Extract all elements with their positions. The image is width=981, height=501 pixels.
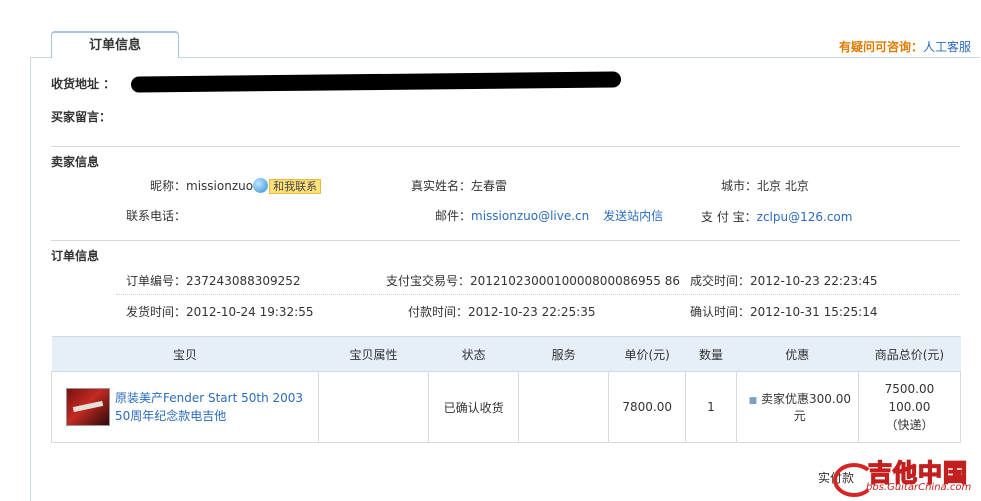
tab-order-info[interactable]: 订单信息 [51,31,179,58]
status-cell: 已确认收货 [428,371,520,443]
deal-time: 成交时间：2012-10-23 22:23:45 [690,272,877,289]
seller-city: 城市：北京 北京 [721,177,809,194]
order-number-value: 237243088309252 [186,274,301,288]
header-discount: 优惠 [736,336,859,372]
item-cell: 原装美产Fender Start 50th 2003 50周年纪念款电吉他 [51,371,319,443]
header-attributes: 宝贝属性 [318,336,429,372]
message-label: 买家留言： [51,110,112,124]
city-value: 北京 北京 [757,179,809,193]
ship-time: 发货时间：2012-10-24 19:32:55 [126,303,313,320]
confirm-time-value: 2012-10-31 15:25:14 [750,305,878,319]
service-cell [518,371,610,443]
ship-time-value: 2012-10-24 19:32:55 [186,305,314,319]
quantity-cell: 1 [685,371,737,443]
confirm-time: 确认时间：2012-10-31 15:25:14 [690,303,877,320]
total-value: 7500.00 [884,382,935,396]
alipay-trade-label: 支付宝交易号： [386,274,471,288]
pay-time-label: 付款时间： [408,305,469,319]
alipay-value: zclpu@126.com [756,210,853,224]
site-watermark: 实付款 吉他中国 bbs.GuitarChina.com [808,449,981,501]
seller-phone-label: 联系电话： [126,209,187,223]
divider [51,146,960,147]
product-name-link[interactable]: 原装美产Fender Start 50th 2003 50周年纪念款电吉他 [115,389,315,425]
discount-cell: ■ 卖家优惠300.00元 [735,371,859,443]
alipay-trade-number: 支付宝交易号：2012102300010000800086955 86 [386,272,680,289]
product-thumbnail[interactable] [66,388,110,426]
contact-me-button[interactable]: 和我联系 [269,179,322,194]
ship-time-label: 发货时间： [126,305,187,319]
seller-nickname: 昵称：missionzuo 和我联系 [150,177,322,194]
wangwang-icon[interactable] [253,178,269,193]
realname-label: 真实姓名： [411,179,472,193]
discount-value: 卖家优惠300.00元 [760,392,851,423]
alipay-trade-value: 2012102300010000800086955 86 [470,274,680,288]
header-quantity: 数量 [685,336,737,372]
header-item: 宝贝 [51,336,319,372]
help-question: 有疑问可咨询： [838,40,923,54]
deal-time-label: 成交时间： [690,274,751,288]
city-label: 城市： [721,179,758,193]
bullet-icon: ■ [748,396,758,406]
tab-bar: 订单信息 有疑问可咨询：人工客服 [0,0,981,58]
email-link[interactable]: missionzuo@live.cn [471,209,589,223]
unit-price-cell: 7800.00 [608,371,687,443]
seller-realname: 真实姓名：左春雷 [411,177,507,194]
email-label: 邮件： [435,209,472,223]
pay-time-value: 2012-10-23 22:25:35 [468,305,596,319]
divider [51,240,960,241]
watermark-url: bbs.GuitarChina.com [866,482,972,493]
row-divider [116,294,960,295]
help-contact: 有疑问可咨询：人工客服 [839,38,971,55]
deal-time-value: 2012-10-23 22:23:45 [750,274,878,288]
header-status: 状态 [428,336,519,372]
order-number-label: 订单编号： [126,274,187,288]
nickname-label: 昵称： [150,179,187,193]
attributes-cell [317,371,430,443]
alipay-label: 支 付 宝： [701,210,757,224]
table-header-row: 宝贝 宝贝属性 状态 服务 单价(元) 数量 优惠 商品总价(元) [51,336,961,372]
table-row: 原装美产Fender Start 50th 2003 50周年纪念款电吉他 已确… [51,371,962,443]
pay-time: 付款时间：2012-10-23 22:25:35 [408,303,595,320]
realname-value: 左春雷 [471,179,508,193]
header-total: 商品总价(元) [858,336,961,372]
seller-section-title: 卖家信息 [51,155,100,169]
customer-service-link[interactable]: 人工客服 [923,40,971,54]
order-section-title: 订单信息 [51,249,100,263]
shipping-fee: 100.00 [888,400,931,414]
seller-alipay: 支 付 宝：zclpu@126.com [701,208,852,225]
total-cell: 7500.00 100.00 （快递） [857,371,962,443]
order-items-table: 宝贝 宝贝属性 状态 服务 单价(元) 数量 优惠 商品总价(元) 原装美产Fe… [51,336,962,443]
nickname-value: missionzuo [186,179,254,193]
order-number: 订单编号：237243088309252 [126,272,301,289]
header-service: 服务 [518,336,609,372]
header-unit-price: 单价(元) [608,336,686,372]
send-message-link[interactable]: 发送站内信 [603,209,663,223]
confirm-time-label: 确认时间： [690,305,751,319]
seller-email: 邮件：missionzuo@live.cn 发送站内信 [435,207,663,224]
shipping-method: （快递） [885,418,934,432]
address-label: 收货地址 ： [51,77,116,91]
